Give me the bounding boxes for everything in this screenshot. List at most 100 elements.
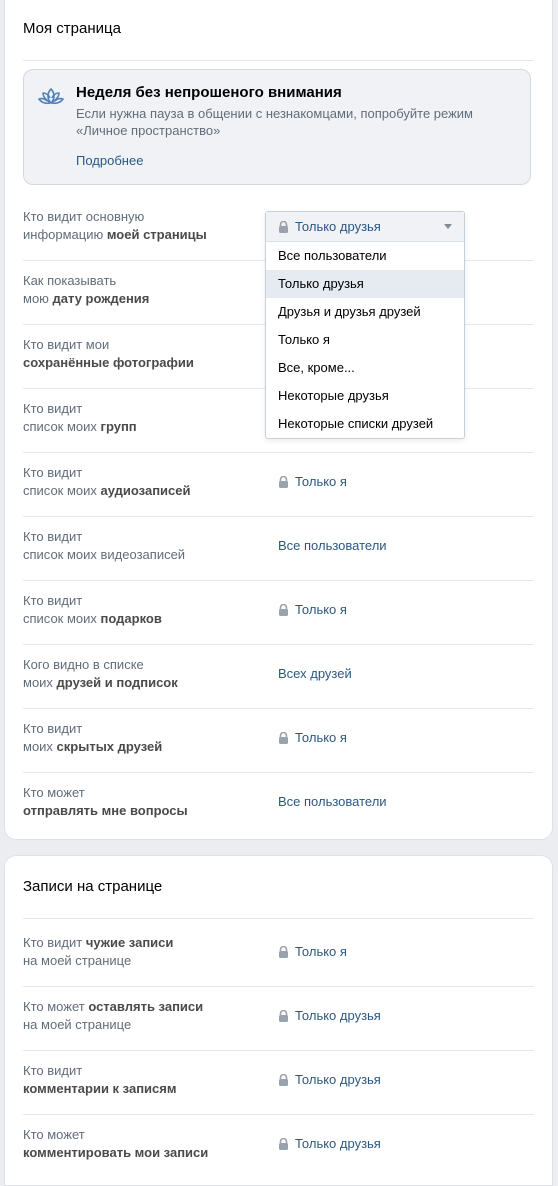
setting-label: Кто может комментировать мои записи — [23, 1126, 253, 1162]
label-line-1: Кто видит — [23, 1063, 83, 1078]
dropdown-option[interactable]: Некоторые списки друзей — [266, 410, 464, 438]
setting-value: Только друзья — [295, 1008, 381, 1023]
lock-icon — [279, 220, 288, 233]
label-line-2: список моих — [23, 483, 101, 498]
label-line-1: Кто может — [23, 999, 89, 1014]
setting-label: Кто может отправлять мне вопросы — [23, 784, 253, 820]
privacy-setting-row: Кто может отправлять мне вопросы Все польз… — [23, 773, 534, 837]
label-line-2-bold: отправлять мне вопросы — [23, 803, 188, 818]
label-line-1: Кто видит основную — [23, 209, 145, 224]
dropdown-option[interactable]: Все пользователи — [266, 242, 464, 270]
privacy-setting-row: Кто видит список моих подарков Только я — [23, 581, 534, 645]
privacy-setting-row: Кого видно в списке моих друзей и подписо… — [23, 645, 534, 709]
label-line-1: Кто видит — [23, 721, 83, 736]
setting-value: Только я — [295, 602, 347, 617]
setting-value-link[interactable]: Только друзья — [278, 1007, 381, 1025]
dropdown-selected-label: Только друзья — [295, 219, 381, 234]
dropdown-selected[interactable]: Только друзья — [266, 212, 464, 242]
privacy-card-posts: Записи на странице Кто видит чужие запис… — [4, 855, 553, 1186]
setting-value: Всех друзей — [278, 666, 352, 681]
label-line-1: Кто может — [23, 1127, 85, 1142]
privacy-dropdown[interactable]: Только друзья Все пользователи Только дру… — [265, 211, 465, 439]
label-line-2-bold: комментировать мои записи — [23, 1145, 209, 1160]
dropdown-option[interactable]: Друзья и друзья друзей — [266, 298, 464, 326]
label-line-2-bold: моей страницы — [106, 227, 207, 242]
lotus-icon — [38, 88, 64, 105]
lock-icon — [279, 476, 288, 488]
label-line-1: Кто видит — [23, 935, 86, 950]
privacy-setting-row: Кто видит моих скрытых друзей Только я — [23, 709, 534, 773]
privacy-setting-row: Кто может комментировать мои записи Только… — [23, 1115, 534, 1179]
setting-value: Только друзья — [295, 1136, 381, 1151]
setting-value: Только друзья — [295, 1072, 381, 1087]
label-line-2-bold: скрытых друзей — [56, 739, 163, 754]
label-line-2: моих — [23, 739, 57, 754]
promo-title: Неделя без непрошеного внимания — [76, 84, 342, 101]
dropdown-option[interactable]: Только я — [266, 326, 464, 354]
chevron-down-icon — [444, 224, 452, 229]
setting-value-link[interactable]: Только я — [278, 473, 347, 491]
setting-label: Кого видно в списке моих друзей и подписо… — [23, 656, 253, 692]
label-line-1-bold: чужие записи — [85, 935, 174, 950]
label-line-1: Кто видит — [23, 593, 83, 608]
setting-label: Кто видит комментарии к записям — [23, 1062, 253, 1098]
setting-value-link[interactable]: Только друзья — [278, 1071, 381, 1089]
lock-icon — [279, 732, 288, 744]
label-line-1-bold: оставлять записи — [88, 999, 204, 1014]
setting-label: Кто видит моих скрытых друзей — [23, 720, 253, 756]
setting-value: Только я — [295, 944, 347, 959]
setting-label: Кто видит чужие записи на моей странице — [23, 934, 253, 970]
setting-value-link[interactable]: Только я — [278, 601, 347, 619]
label-line-2: мою — [23, 291, 53, 306]
label-line-2-bold: подарков — [100, 611, 162, 626]
dropdown-option[interactable]: Только друзья — [266, 270, 464, 298]
promo-more-link[interactable]: Подробнее — [76, 153, 143, 168]
setting-label: Кто видит основную информацию моей страни… — [23, 208, 253, 244]
label-line-2: информацию — [23, 227, 107, 242]
lock-icon — [279, 1010, 288, 1022]
privacy-setting-row: Кто может оставлять записи на моей страни… — [23, 987, 534, 1051]
label-line-1: Кто видит мои — [23, 337, 110, 352]
promo-banner: Неделя без непрошеного внимания Если нуж… — [23, 69, 531, 185]
dropdown-option[interactable]: Некоторые друзья — [266, 382, 464, 410]
label-line-2-bold: дату рождения — [52, 291, 150, 306]
label-line-1: Кто видит — [23, 529, 83, 544]
privacy-setting-row: Кто видит чужие записи на моей странице То… — [23, 923, 534, 987]
lock-icon — [279, 1074, 288, 1086]
label-line-1: Как показывать — [23, 273, 117, 288]
label-line-2: моих — [23, 675, 57, 690]
setting-value-link[interactable]: Только я — [278, 943, 347, 961]
setting-value-link[interactable]: Все пользователи — [278, 793, 387, 811]
setting-label: Кто видит список моих подарков — [23, 592, 253, 628]
divider — [23, 60, 534, 61]
setting-label: Как показывать мою дату рождения — [23, 272, 253, 308]
setting-label: Кто видит список моих видеозаписей — [23, 528, 253, 564]
setting-value: Только я — [295, 730, 347, 745]
label-line-2-bold: комментарии к записям — [23, 1081, 177, 1096]
setting-value-link[interactable]: Всех друзей — [278, 665, 352, 683]
lock-icon — [279, 1138, 288, 1150]
label-line-2: список моих видеозаписей — [23, 547, 186, 562]
setting-value-link[interactable]: Только друзья — [278, 1135, 381, 1153]
setting-label: Кто видит список моих групп — [23, 400, 253, 436]
section-title: Моя страница — [23, 20, 121, 37]
setting-label: Кто может оставлять записи на моей страни… — [23, 998, 253, 1034]
dropdown-option[interactable]: Все, кроме... — [266, 354, 464, 382]
lock-icon — [279, 604, 288, 616]
setting-value: Только я — [295, 474, 347, 489]
label-line-2: список моих — [23, 611, 101, 626]
setting-value-link[interactable]: Только я — [278, 729, 347, 747]
privacy-setting-row: Кто видит список моих видеозаписей Все пол… — [23, 517, 534, 581]
privacy-setting-row: Кто видит комментарии к записям Только дру… — [23, 1051, 534, 1115]
label-line-2: на моей странице — [23, 1017, 132, 1032]
label-line-1: Кто может — [23, 785, 85, 800]
lock-icon — [279, 946, 288, 958]
setting-value: Все пользователи — [278, 538, 387, 553]
label-line-1: Кого видно в списке — [23, 657, 144, 672]
label-line-2-bold: друзей и подписок — [56, 675, 178, 690]
label-line-1: Кто видит — [23, 401, 83, 416]
divider — [23, 918, 534, 919]
setting-value-link[interactable]: Все пользователи — [278, 537, 387, 555]
section-title: Записи на странице — [23, 878, 163, 895]
label-line-2-bold: аудиозаписей — [100, 483, 191, 498]
